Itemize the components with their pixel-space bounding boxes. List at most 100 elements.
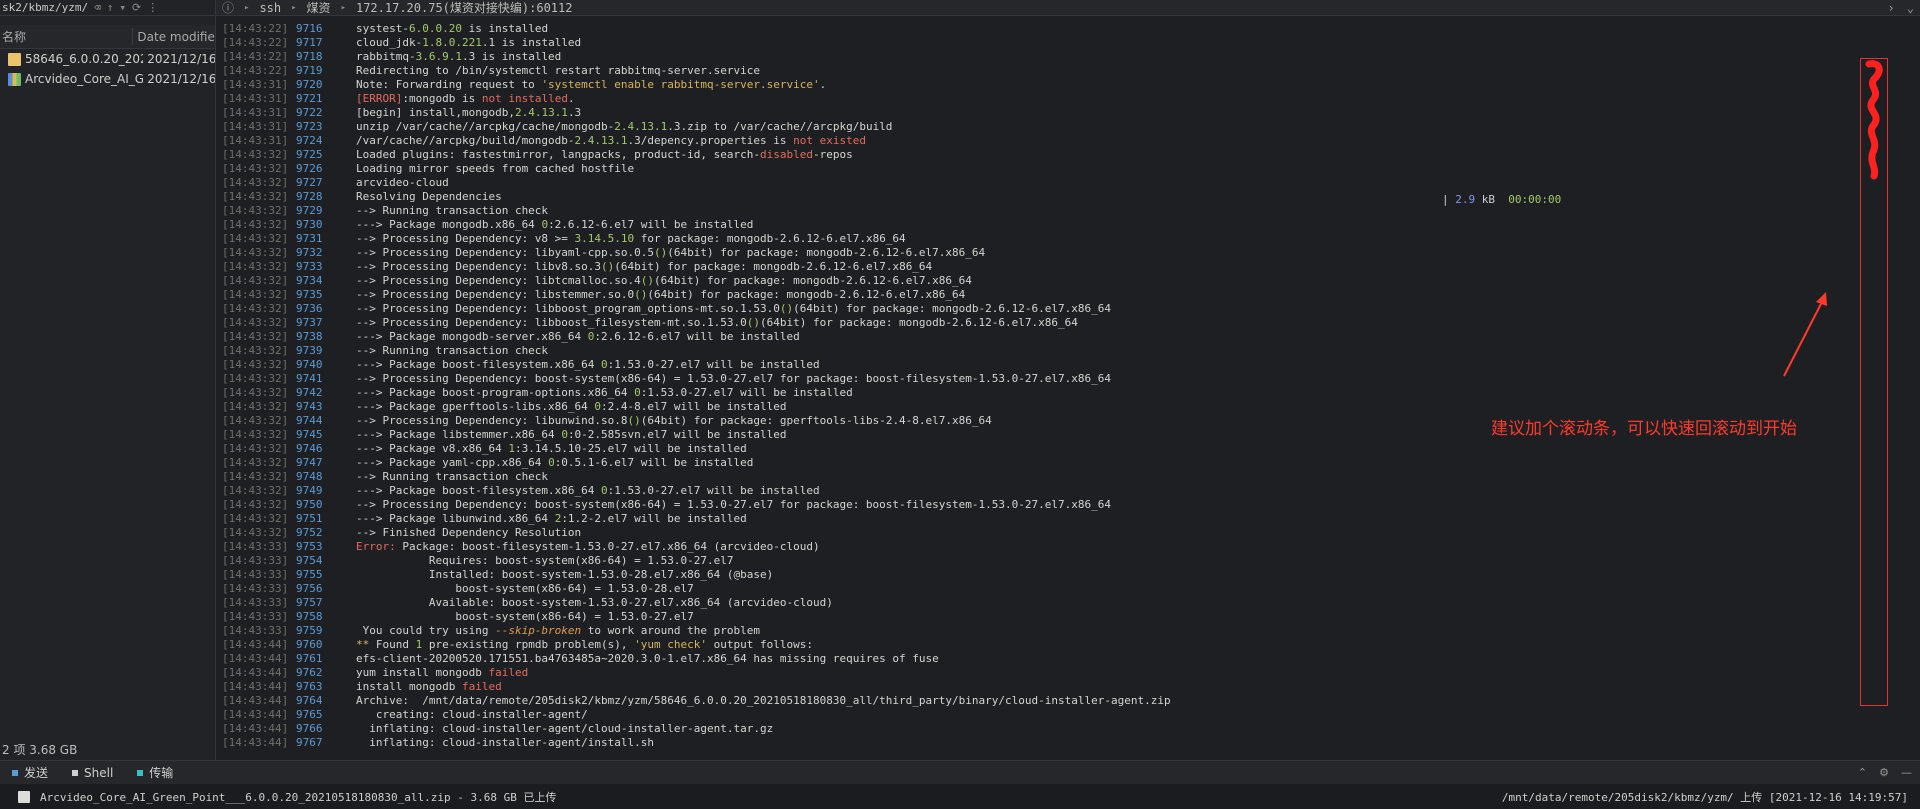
line-text: --> Processing Dependency: libboost_prog… (356, 302, 1111, 315)
terminal-line: [14:43:32] 9735 --> Processing Dependency:… (222, 288, 1171, 302)
terminal-line: [14:43:32] 9736 --> Processing Dependency:… (222, 302, 1171, 316)
line-number: 9767 (296, 736, 323, 749)
line-number: 9753 (296, 540, 323, 553)
line-number: 9727 (296, 176, 323, 189)
terminal-line: [14:43:33] 9756 boost-system(x86-64) = 1.… (222, 582, 1171, 596)
annotation-arrow (1783, 292, 1827, 377)
line-number: 9724 (296, 134, 323, 147)
column-date-header[interactable]: Date modified (133, 30, 215, 44)
line-number: 9743 (296, 400, 323, 413)
line-text: --> Processing Dependency: libv8.so.3()(… (356, 260, 933, 273)
line-timestamp: [14:43:32] (222, 344, 289, 357)
line-number: 9764 (296, 694, 323, 707)
terminal-line: [14:43:32] 9725 Loaded plugins: fastestmir… (222, 148, 1171, 162)
line-number: 9759 (296, 624, 323, 637)
line-timestamp: [14:43:32] (222, 442, 289, 455)
tab-send[interactable]: 发送 (0, 764, 60, 781)
line-timestamp: [14:43:32] (222, 428, 289, 441)
annotation-text: 建议加个滚动条，可以快速回滚动到开始 (1491, 419, 1797, 439)
chevron-down-icon[interactable]: ▾ (119, 1, 126, 14)
info-icon[interactable]: ⓘ (222, 0, 234, 16)
terminal-line: [14:43:31] 9724/var/cache//arcpkg/build/m… (222, 134, 1171, 148)
breadcrumb-host[interactable]: 172.17.20.75(煤资对接快编):60112 (356, 0, 573, 16)
file-path[interactable]: sk2/kbmz/yzm/ (2, 1, 88, 14)
folder-icon (8, 52, 21, 66)
terminal-line: [14:43:32] 9732 --> Processing Dependency:… (222, 246, 1171, 260)
line-timestamp: [14:43:32] (222, 302, 289, 315)
line-text: Loaded plugins: fastestmirror, langpacks… (356, 148, 853, 161)
terminal-line: [14:43:44] 9766 inflating: cloud-installe… (222, 722, 1171, 736)
line-text: cloud_jdk-1.8.0.221.1 is installed (356, 36, 582, 49)
breadcrumb-group[interactable]: 煤资 (307, 0, 331, 16)
transfer-icon (137, 769, 144, 776)
line-number: 9765 (296, 708, 323, 721)
line-timestamp: [14:43:32] (222, 260, 289, 273)
line-text: --> Processing Dependency: libstemmer.so… (356, 288, 966, 301)
file-path-bar[interactable]: sk2/kbmz/yzm/ ⌫ ↑ ▾ ⟳ ⋮ (0, 0, 215, 16)
line-timestamp: [14:43:33] (222, 554, 289, 567)
clear-path-icon[interactable]: ⌫ (94, 1, 101, 14)
tab-transfer[interactable]: 传输 (125, 764, 185, 781)
file-row[interactable]: 58646_6.0.0.20_20210518180830_all 2021/1… (0, 49, 215, 69)
line-timestamp: [14:43:32] (222, 470, 289, 483)
line-text: --> Processing Dependency: libtcmalloc.s… (356, 274, 972, 287)
terminal-line: [14:43:32] 9749 ---> Package boost-filesys… (222, 484, 1171, 498)
line-text: creating: cloud-installer-agent/ (356, 708, 588, 721)
up-arrow-icon[interactable]: ↑ (107, 1, 114, 14)
column-name-header[interactable]: 名称 (0, 28, 134, 45)
line-text: ---> Package boost-program-options.x86_6… (356, 386, 853, 399)
minimize-icon[interactable]: — (1901, 766, 1912, 779)
line-text: ---> Package libunwind.x86_64 2:1.2-2.el… (356, 512, 747, 525)
line-timestamp: [14:43:32] (222, 218, 289, 231)
line-timestamp: [14:43:32] (222, 316, 289, 329)
bottom-tab-bar: 发送 Shell 传输 ⌃ ⚙ — (0, 760, 1920, 784)
chevron-up-icon[interactable]: ⌃ (1858, 766, 1867, 779)
line-number: 9766 (296, 722, 323, 735)
terminal-line: [14:43:33] 9757 Available: boost-system-1… (222, 596, 1171, 610)
terminal-line: [14:43:32] 9728 Resolving Dependencies (222, 190, 1171, 204)
refresh-icon[interactable]: ⟳ (132, 1, 141, 14)
line-number: 9729 (296, 204, 323, 217)
terminal-line: [14:43:32] 9748 --> Running transaction ch… (222, 470, 1171, 484)
breadcrumb-ssh[interactable]: ssh (259, 1, 281, 15)
chevron-down-icon[interactable]: ⌄ (1907, 1, 1914, 15)
file-date: 2021/12/16 (147, 72, 215, 86)
more-icon[interactable]: ⋮ (147, 1, 158, 14)
line-number: 9758 (296, 610, 323, 623)
terminal-line: [14:43:32] 9729 --> Running transaction ch… (222, 204, 1171, 218)
line-timestamp: [14:43:33] (222, 582, 289, 595)
line-text: rabbitmq-3.6.9.1.3 is installed (356, 50, 562, 63)
line-number: 9756 (296, 582, 323, 595)
line-timestamp: [14:43:32] (222, 232, 289, 245)
line-number: 9718 (296, 50, 323, 63)
line-text: --> Finished Dependency Resolution (356, 526, 582, 539)
line-text: ---> Package boost-filesystem.x86_64 0:1… (356, 358, 820, 371)
line-text: boost-system(x86-64) = 1.53.0-27.el7 (356, 610, 694, 623)
tab-shell[interactable]: Shell (60, 766, 125, 780)
line-number: 9750 (296, 498, 323, 511)
session-toolbar: ⓘ ▸ ssh ▸ 煤资 ▸ 172.17.20.75(煤资对接快编):6011… (216, 0, 1920, 16)
gear-icon[interactable]: ⚙ (1879, 766, 1889, 779)
next-icon[interactable]: › (1888, 1, 1895, 15)
line-text: Resolving Dependencies (356, 190, 502, 203)
line-text: inflating: cloud-installer-agent/cloud-i… (356, 722, 774, 735)
line-timestamp: [14:43:33] (222, 610, 289, 623)
line-text: yum install mongodb failed (356, 666, 529, 679)
chevron-right-icon: ▸ (291, 2, 297, 13)
line-timestamp: [14:43:44] (222, 638, 289, 651)
file-row[interactable]: Arcvideo_Core_AI_Green_Point 2021/12/16 (0, 69, 215, 89)
terminal-line: [14:43:32] 9737 --> Processing Dependency:… (222, 316, 1171, 330)
terminal-line: [14:43:44] 9763 install mongodb failed (222, 680, 1171, 694)
line-timestamp: [14:43:31] (222, 134, 289, 147)
line-text: [begin] install,mongodb,2.4.13.1.3 (356, 106, 582, 119)
archive-icon (8, 72, 21, 86)
file-name: Arcvideo_Core_AI_Green_Point (25, 72, 144, 86)
line-text: ---> Package libstemmer.x86_64 0:0-2.585… (356, 428, 787, 441)
terminal-line: [14:43:31] 9722 [begin] install,mongodb,2.… (222, 106, 1171, 120)
line-text: ---> Package v8.x86_64 1:3.14.5.10-25.el… (356, 442, 747, 455)
terminal-line: [14:43:32] 9746 ---> Package v8.x86_64 1:3… (222, 442, 1171, 456)
line-number: 9728 (296, 190, 323, 203)
terminal-output[interactable]: [14:43:22] 9716 systest-6.0.0.20 is instal… (216, 16, 1920, 760)
terminal-line: [14:43:33] 9753 Error: Package: boost-file… (222, 540, 1171, 554)
line-number: 9721 (296, 92, 323, 105)
